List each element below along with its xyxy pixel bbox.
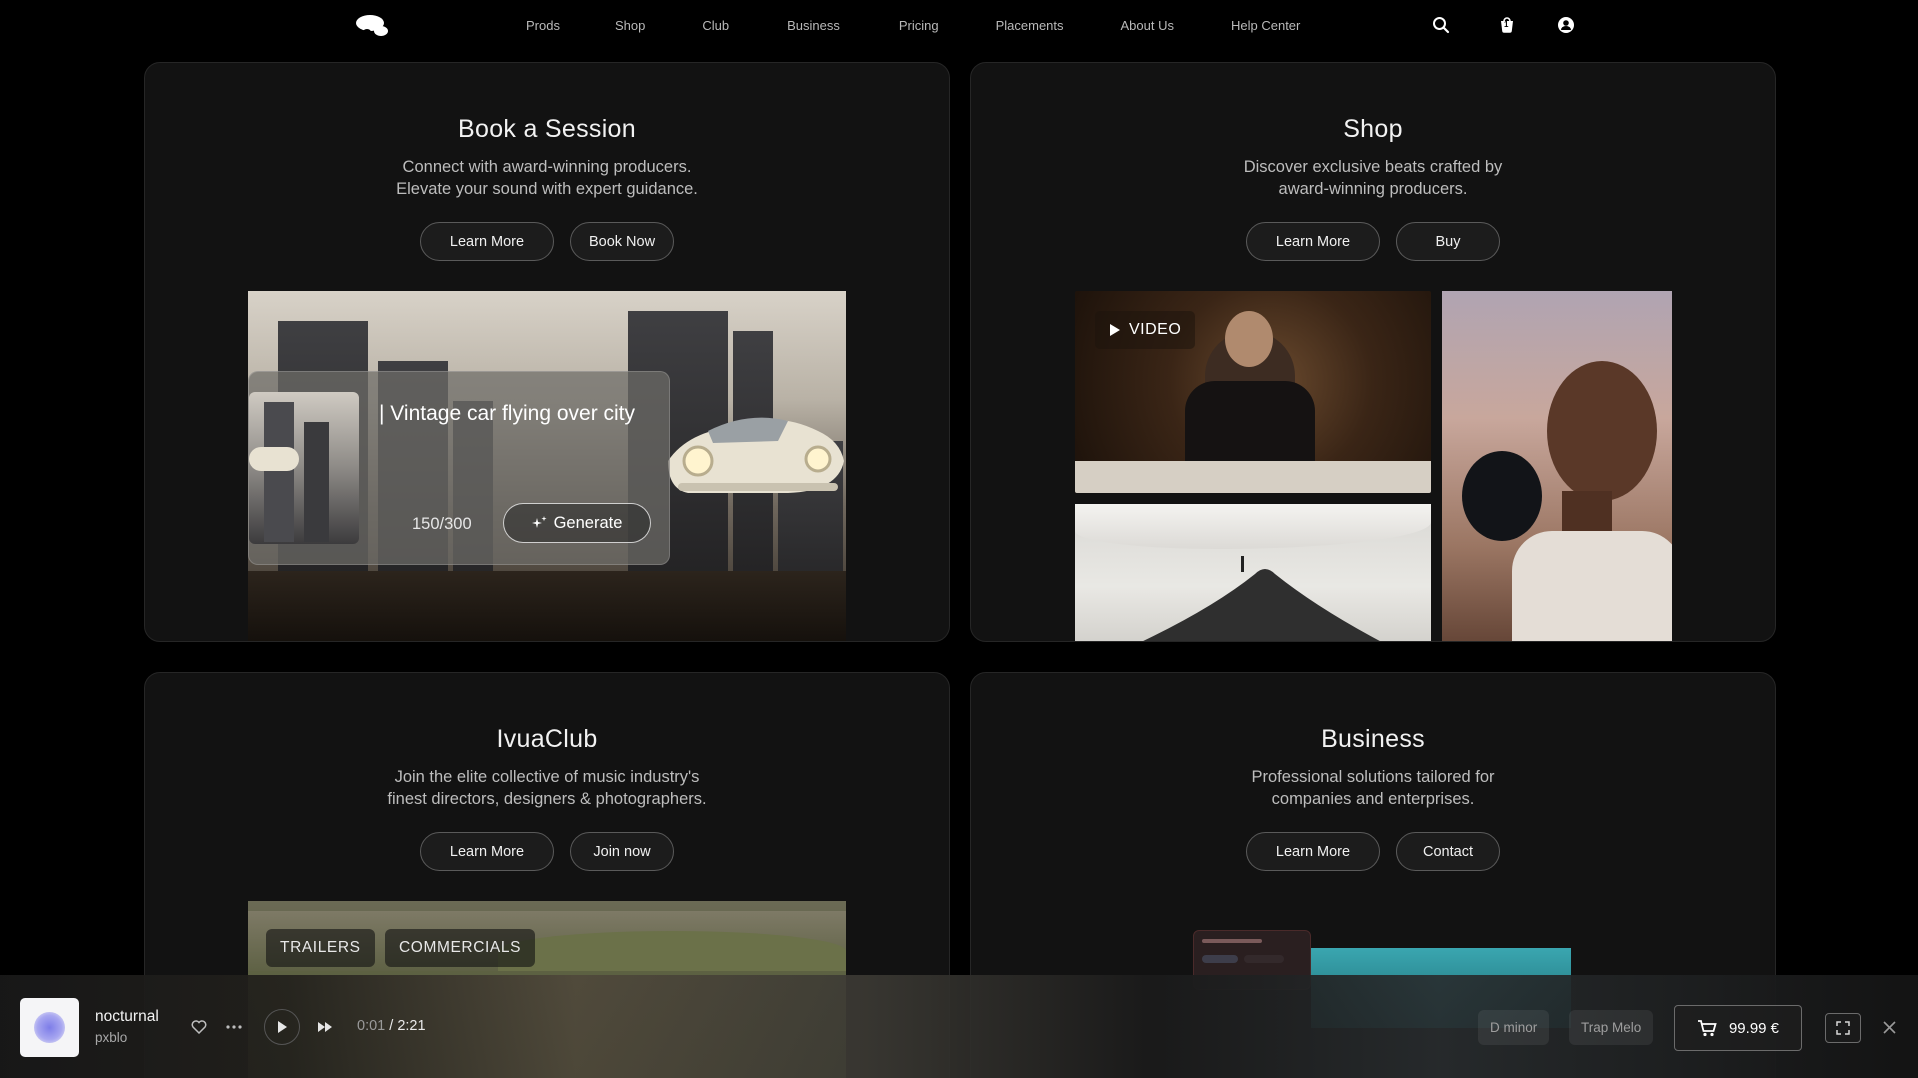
club-desc-line2: finest directors, designers & photograph…	[387, 790, 707, 808]
shopping-cart-icon	[1697, 1020, 1717, 1037]
search-icon[interactable]	[1429, 13, 1453, 37]
add-to-cart-button[interactable]: 99.99 €	[1674, 1005, 1802, 1051]
club-desc-line1: Join the elite collective of music indus…	[394, 768, 700, 786]
city-preview-image: | Vintage car flying over city 150/300 G…	[248, 291, 846, 641]
trailers-tag[interactable]: TRAILERS	[266, 929, 375, 967]
book-session-card: Book a Session Connect with award-winnin…	[144, 62, 950, 642]
book-session-title: Book a Session	[458, 115, 636, 143]
key-tag[interactable]: D minor	[1478, 1010, 1550, 1045]
track-artist[interactable]: pxblo	[95, 1030, 127, 1045]
price-label: 99.99 €	[1728, 1019, 1780, 1037]
time-separator: /	[389, 1018, 394, 1034]
contact-button[interactable]: Contact	[1396, 832, 1500, 871]
book-session-desc-line1: Connect with award-winning producers.	[402, 158, 692, 176]
video-badge: VIDEO	[1095, 311, 1196, 349]
business-title: Business	[1321, 725, 1425, 753]
session-learn-more-button[interactable]: Learn More	[420, 222, 554, 261]
track-title[interactable]: nocturnal	[95, 1008, 159, 1026]
cart-count-badge: 1	[1504, 20, 1509, 29]
business-learn-more-button[interactable]: Learn More	[1246, 832, 1380, 871]
video-badge-label: VIDEO	[1129, 321, 1182, 338]
book-now-button[interactable]: Book Now	[570, 222, 674, 261]
prompt-input-text[interactable]: | Vintage car flying over city	[379, 402, 635, 426]
heart-icon[interactable]	[188, 1016, 210, 1038]
close-icon[interactable]	[1878, 1016, 1900, 1038]
nav-icons: 1	[0, 13, 1918, 37]
business-desc-line1: Professional solutions tailored for	[1251, 768, 1495, 786]
mountain-figure-image[interactable]	[1075, 504, 1431, 641]
skip-forward-icon[interactable]	[314, 1016, 336, 1038]
shop-desc-line1: Discover exclusive beats crafted by	[1243, 158, 1503, 176]
top-navigation: Prods Shop Club Business Pricing Placeme…	[0, 0, 1918, 50]
play-icon	[278, 1021, 287, 1033]
shop-card: Shop Discover exclusive beats crafted by…	[970, 62, 1776, 642]
commercials-tag[interactable]: COMMERCIALS	[385, 929, 536, 967]
fullscreen-button[interactable]	[1825, 1013, 1861, 1043]
shop-title: Shop	[1343, 115, 1403, 143]
audio-player-bar: nocturnal pxblo 0:01 / 2:21 D minor Trap…	[0, 975, 1918, 1078]
playback-time: 0:01 / 2:21	[357, 1018, 426, 1034]
generate-label: Generate	[553, 513, 623, 532]
track-artwork[interactable]	[20, 998, 79, 1057]
prompt-panel: | Vintage car flying over city 150/300 G…	[248, 371, 670, 565]
sparkle-icon	[531, 516, 547, 528]
business-desc-line2: companies and enterprises.	[1271, 790, 1475, 808]
generate-button[interactable]: Generate	[503, 503, 651, 543]
club-title: IvuaClub	[496, 725, 598, 753]
genre-tag[interactable]: Trap Melo	[1569, 1010, 1654, 1045]
club-learn-more-button[interactable]: Learn More	[420, 832, 554, 871]
prompt-char-count: 150/300	[412, 515, 472, 533]
book-session-desc-line2: Elevate your sound with expert guidance.	[396, 180, 698, 198]
play-icon	[1110, 324, 1120, 336]
play-button[interactable]	[264, 1009, 300, 1045]
fullscreen-icon	[1836, 1021, 1850, 1035]
cart-icon[interactable]: 1	[1495, 13, 1519, 37]
prompt-thumbnail	[249, 392, 359, 544]
time-current: 0:01	[357, 1018, 386, 1034]
shop-desc-line2: award-winning producers.	[1278, 180, 1468, 198]
dining-man-video-thumbnail[interactable]: VIDEO	[1075, 291, 1431, 493]
more-options-icon[interactable]	[223, 1016, 245, 1038]
buy-button[interactable]: Buy	[1396, 222, 1500, 261]
account-icon[interactable]	[1554, 13, 1578, 37]
woman-with-raven-image[interactable]	[1442, 291, 1672, 641]
shop-learn-more-button[interactable]: Learn More	[1246, 222, 1380, 261]
time-total: 2:21	[397, 1018, 426, 1034]
vintage-car-image	[668, 417, 844, 493]
join-now-button[interactable]: Join now	[570, 832, 674, 871]
